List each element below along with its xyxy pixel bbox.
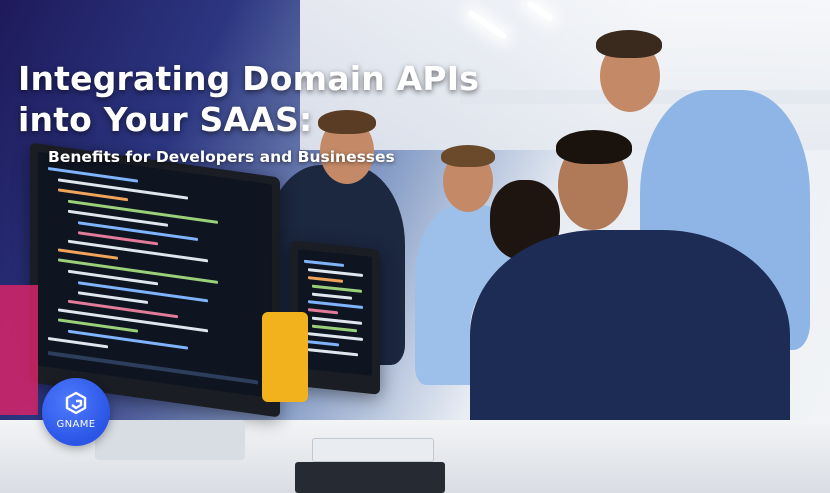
- person-hair: [441, 145, 495, 167]
- monitor-stand: [95, 420, 245, 460]
- large-monitor: [30, 142, 280, 418]
- headline: Integrating Domain APIs into Your SAAS:: [18, 58, 480, 140]
- headline-line-1: Integrating Domain APIs: [18, 59, 480, 98]
- subheadline: Benefits for Developers and Businesses: [48, 148, 395, 166]
- person-hair: [556, 130, 632, 164]
- gname-logo-icon: [65, 391, 87, 415]
- brand-logo[interactable]: GNAME: [42, 378, 110, 446]
- headline-line-2: into Your SAAS:: [18, 100, 313, 139]
- laptop: [295, 462, 445, 493]
- yellow-chair: [262, 312, 308, 402]
- person-hair: [596, 30, 662, 58]
- hero-banner: Integrating Domain APIs into Your SAAS: …: [0, 0, 830, 493]
- brand-name: GNAME: [56, 419, 96, 430]
- code-screen: [38, 151, 272, 399]
- keyboard: [312, 438, 434, 462]
- pink-object: [0, 285, 38, 415]
- code-screen: [298, 249, 372, 376]
